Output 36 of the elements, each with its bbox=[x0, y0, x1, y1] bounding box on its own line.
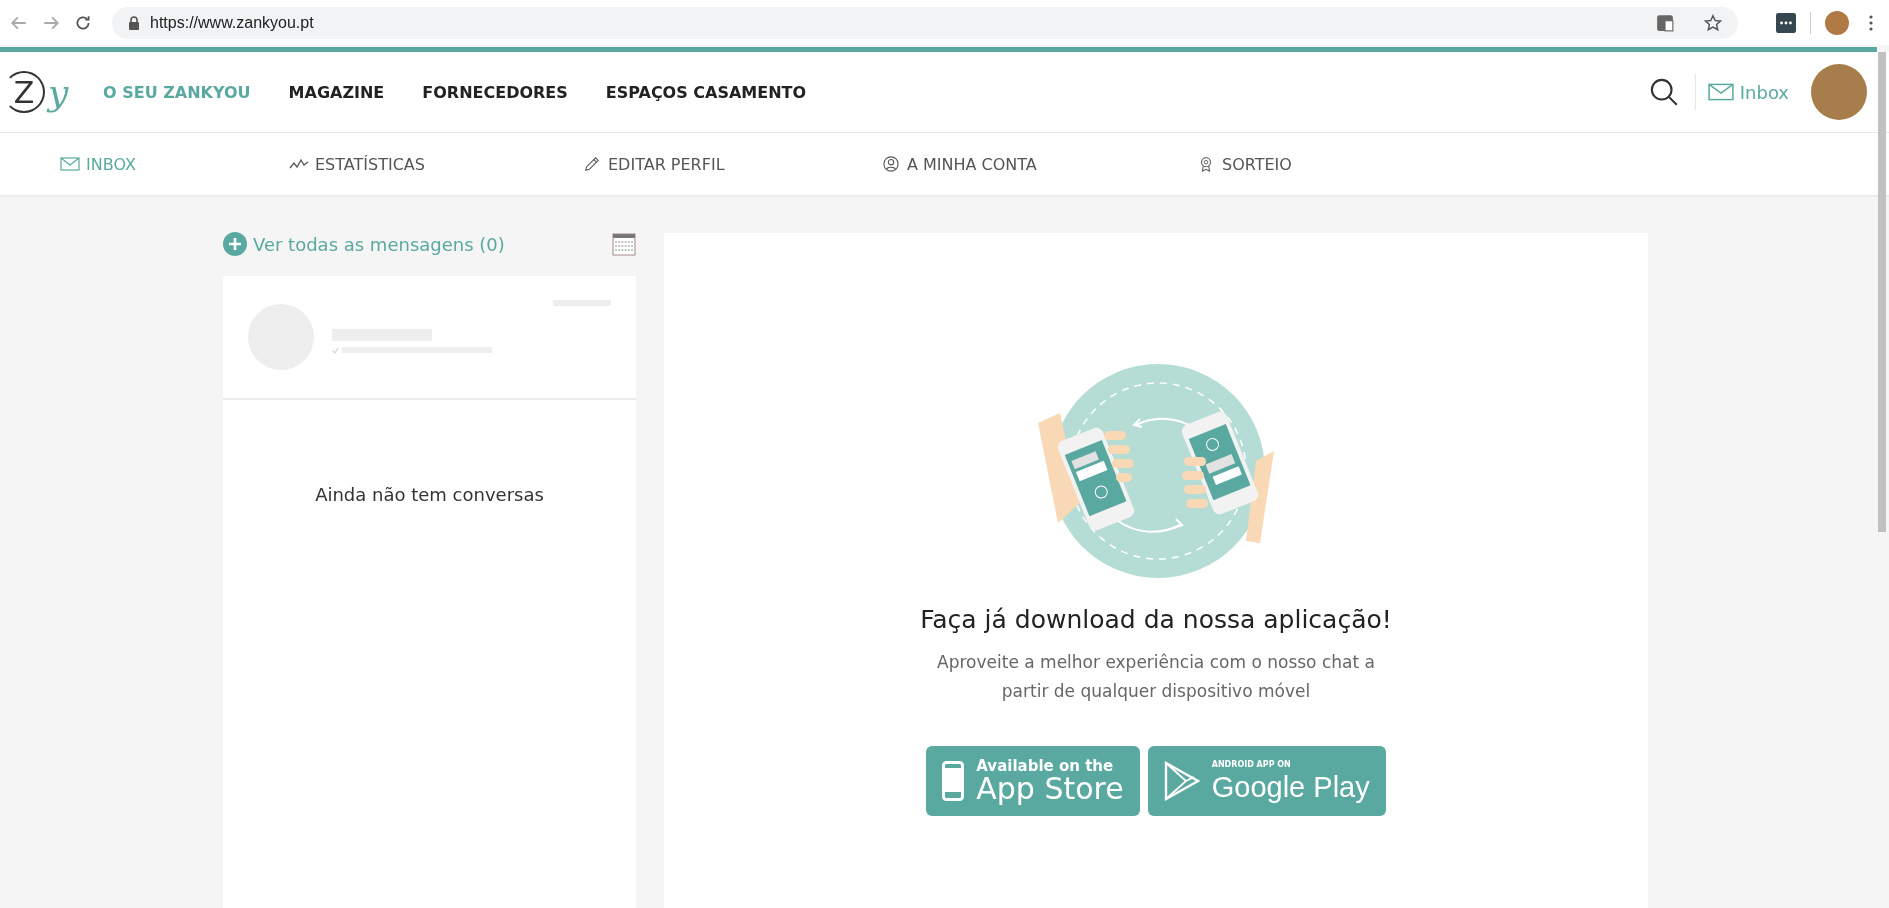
user-avatar[interactable] bbox=[1811, 64, 1867, 120]
empty-state-text: Ainda não tem conversas bbox=[314, 484, 545, 505]
pencil-icon bbox=[582, 156, 602, 172]
subnav-tab[interactable]: ESTATÍSTICAS bbox=[289, 154, 582, 174]
nav-link[interactable]: ESPAÇOS CASAMENTO bbox=[605, 82, 807, 102]
menu-icon[interactable] bbox=[1869, 14, 1873, 31]
plus-icon bbox=[223, 232, 247, 256]
nav-link[interactable]: FORNECEDORES bbox=[422, 82, 568, 102]
subnav-tab[interactable]: SORTEIO bbox=[1196, 154, 1496, 174]
calendar-icon[interactable] bbox=[612, 232, 636, 256]
profile-avatar[interactable] bbox=[1825, 10, 1849, 35]
reload-icon[interactable] bbox=[74, 13, 92, 32]
subnav-tab[interactable]: A MINHA CONTA bbox=[881, 154, 1196, 174]
store-badge-name: App Store bbox=[976, 773, 1124, 804]
store-badge-name: Google Play bbox=[1211, 772, 1370, 802]
extension-icon[interactable] bbox=[1776, 12, 1796, 33]
store-badge-caption: Available on the bbox=[976, 758, 1115, 774]
subnav-tab[interactable]: EDITAR PERFIL bbox=[582, 154, 881, 174]
scrollbar[interactable] bbox=[1878, 52, 1886, 532]
logo[interactable]: Z y bbox=[0, 71, 83, 113]
url-text: https://www.zankyou.pt bbox=[150, 13, 314, 32]
store-badge-caption: ANDROID APP ON bbox=[1211, 760, 1292, 769]
address-bar[interactable]: https://www.zankyou.pt bbox=[112, 6, 1738, 39]
user-circle-icon bbox=[881, 156, 901, 172]
lock-icon bbox=[128, 15, 140, 30]
phone-icon bbox=[942, 761, 965, 801]
search-icon[interactable] bbox=[1648, 77, 1679, 107]
nav-link[interactable]: MAGAZINE bbox=[288, 82, 385, 102]
play-icon bbox=[1163, 761, 1200, 801]
promo-description: Aproveite a melhor experiência com o nosso chat a partir de qualquer dispositivo móvel bbox=[936, 651, 1376, 703]
envelope-icon bbox=[60, 156, 80, 172]
promo-title: Faça já download da nossa aplicação! bbox=[920, 605, 1392, 634]
logo-script: y bbox=[48, 71, 69, 113]
envelope-icon bbox=[1707, 83, 1734, 101]
check-icon bbox=[332, 346, 339, 354]
star-icon[interactable] bbox=[1704, 13, 1722, 32]
